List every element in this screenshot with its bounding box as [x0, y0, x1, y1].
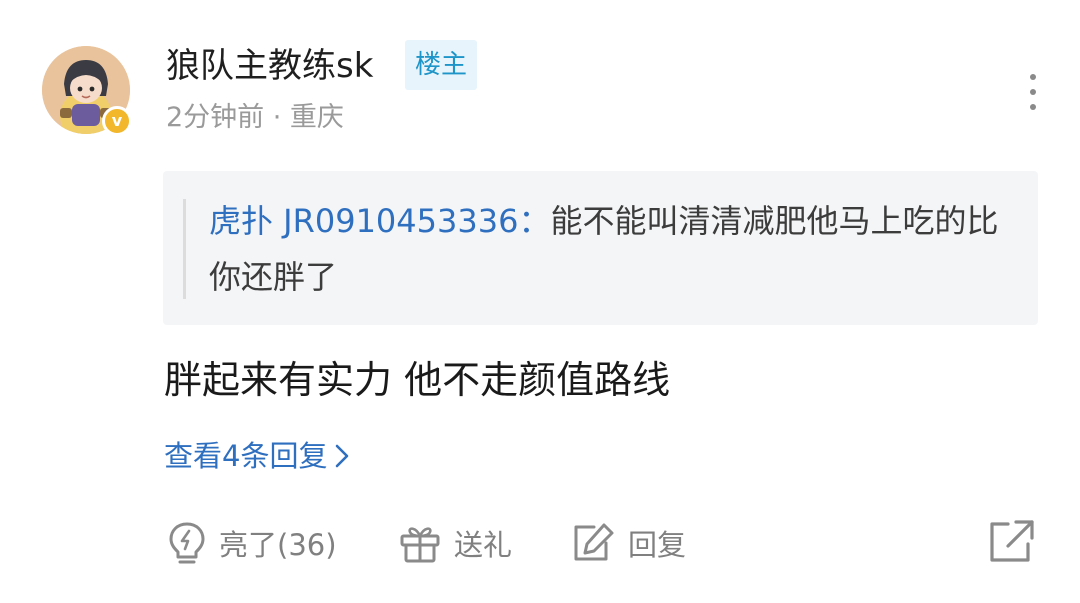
more-vertical-icon[interactable] [1014, 70, 1054, 114]
view-replies-link[interactable]: 查看4条回复 [164, 433, 351, 479]
quote-body: 虎扑 JR0910453336：能不能叫清清减肥他马上吃的比你还胖了 [209, 193, 1009, 305]
share-icon[interactable] [986, 516, 1038, 568]
quoted-comment[interactable]: 虎扑 JR0910453336：能不能叫清清减肥他马上吃的比你还胖了 [163, 171, 1038, 325]
username[interactable]: 狼队主教练sk [166, 40, 373, 92]
lightbulb-icon [169, 522, 205, 564]
op-badge: 楼主 [405, 40, 477, 90]
gift-label: 送礼 [454, 528, 513, 562]
quote-author[interactable]: 虎扑 JR0910453336 [209, 202, 518, 240]
quote-divider [183, 199, 186, 299]
gift-button[interactable]: 送礼 [398, 516, 512, 570]
avatar[interactable]: v [42, 46, 132, 136]
edit-icon [574, 523, 614, 561]
like-button[interactable]: 亮了(36) [167, 516, 337, 570]
verified-v-icon: v [102, 106, 132, 136]
comment-content: 胖起来有实力 他不走颜值路线 [164, 358, 671, 402]
reply-label: 回复 [628, 528, 687, 562]
chevron-right-icon [336, 444, 349, 468]
view-replies-label: 查看4条回复 [164, 439, 328, 473]
quote-separator: ： [518, 202, 551, 240]
reply-button[interactable]: 回复 [570, 516, 686, 570]
gift-icon [400, 527, 440, 563]
comment-meta: 2分钟前 · 重庆 [166, 102, 344, 133]
like-label: 亮了(36) [219, 528, 337, 562]
